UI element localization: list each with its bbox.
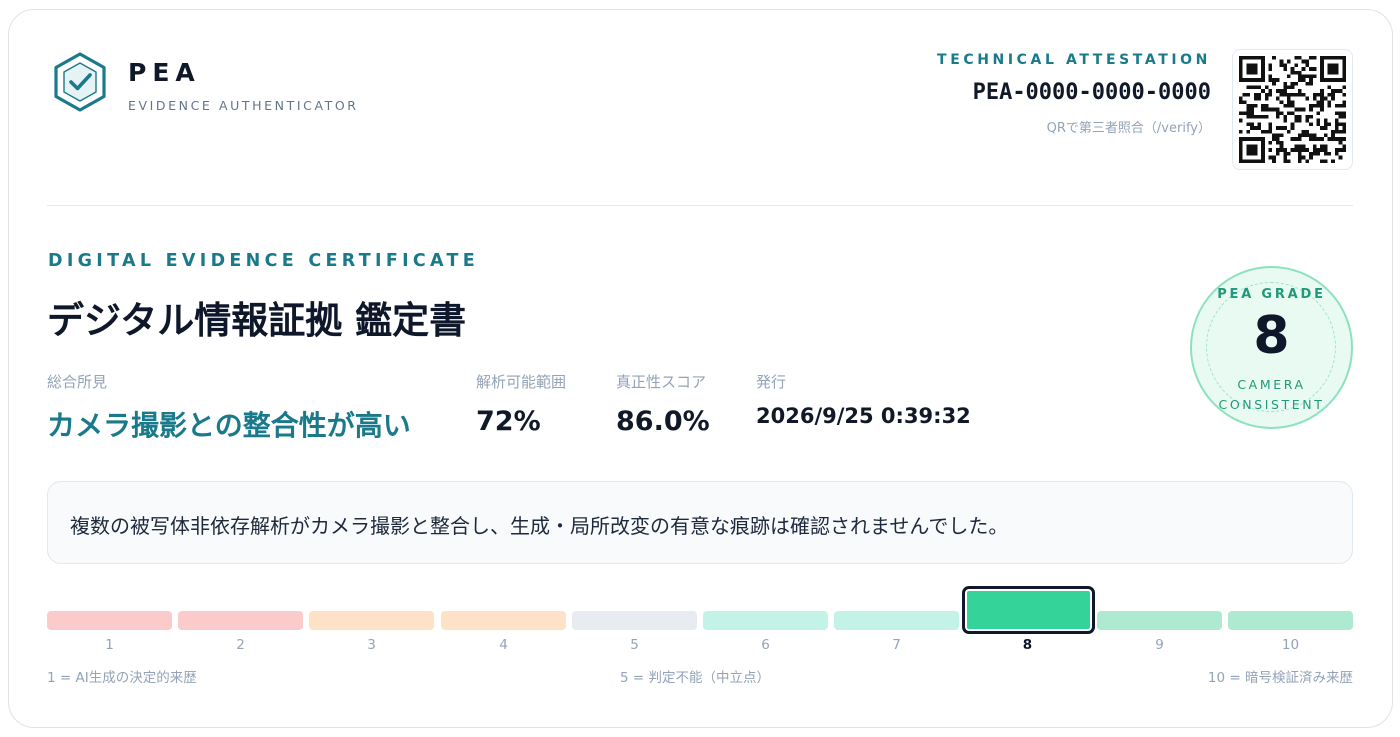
scale-segment bbox=[178, 611, 303, 630]
scale-segment bbox=[572, 611, 697, 630]
summary-text: 複数の被写体非依存解析がカメラ撮影と整合し、生成・局所改変の有意な痕跡は確認され… bbox=[70, 514, 1009, 538]
grade-caption-line2: CONSISTENT bbox=[1218, 397, 1325, 412]
authenticity-label: 真正性スコア bbox=[616, 373, 707, 391]
coverage-label: 解析可能範囲 bbox=[476, 373, 567, 391]
scale-segment bbox=[309, 611, 434, 630]
issued-value: 2026/9/25 0:39:32 bbox=[756, 404, 971, 428]
brand-name: PEA bbox=[128, 58, 201, 87]
coverage-value: 72% bbox=[476, 406, 541, 437]
scale-segment bbox=[47, 611, 172, 630]
grade-badge: PEA GRADE 8 CAMERA CONSISTENT bbox=[1190, 266, 1353, 429]
scale-segment-number: 5 bbox=[630, 637, 639, 653]
scale-segment-number: 6 bbox=[761, 637, 770, 653]
attestation-block: TECHNICAL ATTESTATION PEA-0000-0000-0000… bbox=[937, 52, 1211, 136]
attestation-id: PEA-0000-0000-0000 bbox=[972, 80, 1211, 105]
scale-legend-right: 10 = 暗号検証済み来歴 bbox=[1207, 670, 1353, 686]
scale-segment-number: 7 bbox=[892, 637, 901, 653]
grade-caption-line1: CAMERA bbox=[1237, 377, 1306, 392]
scale-segment bbox=[703, 611, 828, 630]
scale-segment bbox=[441, 611, 566, 630]
scale-segment-number: 3 bbox=[367, 637, 376, 653]
issued-label: 発行 bbox=[756, 373, 787, 391]
scale-segment-number: 2 bbox=[236, 637, 245, 653]
scale-legend-left: 1 = AI生成の決定的来歴 bbox=[47, 670, 197, 686]
finding-value: カメラ撮影との整合性が高い bbox=[47, 409, 411, 442]
qr-code-icon bbox=[1239, 56, 1346, 163]
grade-value: 8 bbox=[1253, 306, 1290, 366]
scale-segment-number: 8 bbox=[1022, 637, 1033, 653]
summary-box: 複数の被写体非依存解析がカメラ撮影と整合し、生成・局所改変の有意な痕跡は確認され… bbox=[47, 481, 1353, 564]
hexagon-check-logo-icon bbox=[54, 52, 106, 112]
scale-segment-number: 4 bbox=[499, 637, 508, 653]
finding-label: 総合所見 bbox=[47, 373, 108, 391]
scale-segment bbox=[1228, 611, 1353, 630]
grade-label: PEA GRADE bbox=[1217, 287, 1326, 302]
attestation-label: TECHNICAL ATTESTATION bbox=[937, 52, 1211, 68]
scale-segment-number: 1 bbox=[105, 637, 114, 653]
qr-verify-note: QRで第三者照合（/verify） bbox=[1046, 121, 1211, 136]
qr-code[interactable] bbox=[1232, 49, 1353, 170]
scale-segment bbox=[1097, 611, 1222, 630]
grade-caption: CAMERA CONSISTENT bbox=[1192, 375, 1351, 415]
scale-segment-number: 9 bbox=[1155, 637, 1164, 653]
scale-segment-selected bbox=[962, 586, 1095, 634]
header-divider bbox=[47, 205, 1353, 206]
scale-legend-center: 5 = 判定不能（中立点） bbox=[620, 670, 770, 686]
scale-segment-number: 10 bbox=[1281, 637, 1300, 653]
certificate-title: デジタル情報証拠 鑑定書 bbox=[47, 299, 467, 342]
brand-subtitle: EVIDENCE AUTHENTICATOR bbox=[128, 98, 359, 113]
scale-segment bbox=[834, 611, 959, 630]
certificate-eyebrow: DIGITAL EVIDENCE CERTIFICATE bbox=[48, 251, 480, 271]
authenticity-value: 86.0% bbox=[616, 406, 710, 437]
